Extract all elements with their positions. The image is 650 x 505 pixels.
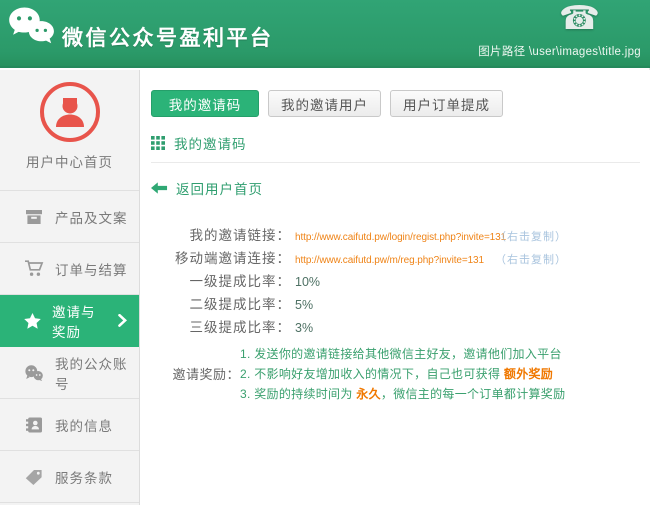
tag-icon <box>24 469 44 485</box>
row-label: 一级提成比率： <box>189 274 291 289</box>
sidebar-item-terms[interactable]: 服务条款 <box>0 451 139 503</box>
reward-text: 1. 发送你的邀请链接给其他微信主好友，邀请他们加入平台 <box>240 347 562 361</box>
telephone-icon: ☎ <box>558 0 600 36</box>
reward-text: 2. 不影响好友增加收入的情况下，自己也可获得 <box>240 367 504 381</box>
back-to-home-link[interactable]: 返回用户首页 <box>151 178 650 198</box>
reward-text: ，微信主的每一个订单都计算奖励 <box>380 387 566 401</box>
level1-commission-value: 10% <box>295 275 321 289</box>
sidebar-item-orders[interactable]: 订单与结算 <box>0 243 139 295</box>
tab-my-invited-users[interactable]: 我的邀请用户 <box>268 90 381 117</box>
sidebar-item-label: 服务条款 <box>55 470 113 486</box>
wechat-account-icon <box>24 364 44 381</box>
sidebar-item-my-info[interactable]: 我的信息 <box>0 399 139 451</box>
level1-commission-row: 一级提成比率： 10% <box>141 270 650 293</box>
back-link-label: 返回用户首页 <box>176 182 263 197</box>
section-header: 我的邀请码 <box>151 133 640 163</box>
reward-highlight: 额外奖励 <box>503 367 554 381</box>
row-label: 我的邀请链接： <box>189 228 291 243</box>
invite-link-row: 我的邀请链接： http://www.caifutd.pw/login/regi… <box>141 224 650 247</box>
main-content: 我的邀请码 我的邀请用户 用户订单提成 我的邀请码 返回用户首页 我的邀请链接：… <box>141 70 650 505</box>
copy-hint: （右击复制） <box>495 231 567 243</box>
copy-hint: （右击复制） <box>495 254 567 266</box>
user-avatar-icon <box>39 81 101 143</box>
star-icon <box>24 312 41 329</box>
tab-my-invite-code[interactable]: 我的邀请码 <box>151 90 259 117</box>
app-title: 微信公众号盈利平台 <box>62 27 274 50</box>
invite-link-url[interactable]: http://www.caifutd.pw/login/regist.php?i… <box>295 232 506 243</box>
row-label: 移动端邀请连接： <box>175 251 291 266</box>
sidebar-item-label: 订单与结算 <box>55 262 128 278</box>
sidebar-item-invite-rewards[interactable]: 邀请与奖励 <box>0 295 139 347</box>
grid-icon <box>151 136 165 150</box>
image-path-text: 图片路径 \user\images\title.jpg <box>478 46 641 58</box>
level3-commission-row: 三级提成比率： 3% <box>141 316 650 339</box>
sidebar: 用户中心首页 产品及文案 订单与结算 邀请与奖励 我的公众账号 我的信息 服务条… <box>0 70 140 505</box>
page: 微信公众号盈利平台 ☎ 图片路径 \user\images\title.jpg … <box>0 0 650 505</box>
wechat-logo-icon <box>7 5 55 47</box>
tab-user-order-commission[interactable]: 用户订单提成 <box>390 90 503 117</box>
tab-bar: 我的邀请码 我的邀请用户 用户订单提成 <box>151 90 650 117</box>
sidebar-item-products[interactable]: 产品及文案 <box>0 191 139 243</box>
app-header: 微信公众号盈利平台 ☎ 图片路径 \user\images\title.jpg <box>0 0 650 68</box>
invite-info: 我的邀请链接： http://www.caifutd.pw/login/regi… <box>141 224 650 404</box>
sidebar-item-label: 我的公众账号 <box>55 356 128 392</box>
level2-commission-row: 二级提成比率： 5% <box>141 293 650 316</box>
sidebar-item-label: 产品及文案 <box>55 210 128 226</box>
reward-label: 邀请奖励： <box>172 367 240 382</box>
row-label: 二级提成比率： <box>189 297 291 312</box>
section-title: 我的邀请码 <box>174 137 247 152</box>
arrow-left-icon <box>151 182 168 194</box>
sidebar-item-label: 我的信息 <box>55 418 113 434</box>
sidebar-item-public-accounts[interactable]: 我的公众账号 <box>0 347 139 399</box>
row-label: 三级提成比率： <box>189 320 291 335</box>
contact-card-icon <box>24 417 44 433</box>
reward-text: 3. 奖励的持续时间为 <box>240 387 357 401</box>
chevron-right-icon <box>118 314 127 327</box>
mobile-invite-link-row: 移动端邀请连接： http://www.caifutd.pw/m/reg.php… <box>141 247 650 270</box>
reward-line-3: 3. 奖励的持续时间为 永久，微信主的每一个订单都计算奖励 <box>240 384 650 404</box>
sidebar-item-user-center[interactable]: 用户中心首页 <box>0 70 139 191</box>
mobile-invite-link-url[interactable]: http://www.caifutd.pw/m/reg.php?invite=1… <box>295 255 495 266</box>
reward-line-2: 2. 不影响好友增加收入的情况下，自己也可获得 额外奖励 <box>240 364 650 384</box>
sidebar-item-label: 邀请与奖励 <box>52 304 96 340</box>
cart-icon <box>24 260 44 277</box>
level3-commission-value: 3% <box>295 321 314 335</box>
level2-commission-value: 5% <box>295 298 314 312</box>
product-box-icon <box>24 209 44 225</box>
sidebar-item-label: 用户中心首页 <box>26 155 113 170</box>
reward-block: 邀请奖励： 1. 发送你的邀请链接给其他微信主好友，邀请他们加入平台 2. 不影… <box>141 344 650 404</box>
reward-highlight: 永久 <box>356 387 381 401</box>
reward-line-1: 1. 发送你的邀请链接给其他微信主好友，邀请他们加入平台 <box>240 344 650 364</box>
